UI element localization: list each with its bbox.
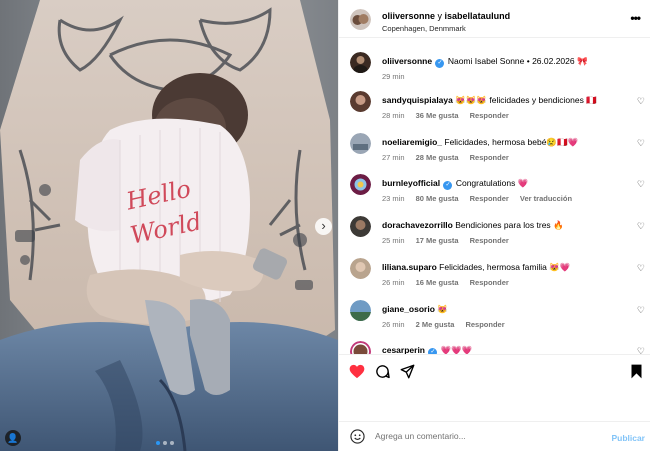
verified-badge-icon: ✓ [435, 59, 445, 68]
caption-text: Naomi Isabel Sonne • 26.02.2026 🎀 [447, 56, 588, 66]
comment-avatar[interactable] [350, 133, 371, 154]
reply-button[interactable]: Responder [470, 153, 509, 162]
comments-list[interactable]: oliiversonne ✓ Naomi Isabel Sonne • 26.0… [339, 39, 650, 354]
comment-line: cesarperin ✓ 💗💗💗 [382, 345, 473, 354]
comment-text: Felicidades, hermosa bebé😢🇵🇪💗 [444, 137, 579, 147]
see-translation-button[interactable]: Ver traducción [520, 194, 572, 203]
comment-time: 26 min [382, 320, 405, 329]
comment-username[interactable]: burnleyofficial [382, 178, 440, 188]
comment-likes[interactable]: 36 Me gusta [416, 111, 459, 120]
caption-time: 29 min [382, 72, 405, 81]
reply-button[interactable]: Responder [470, 194, 509, 203]
comment-input[interactable] [375, 431, 595, 441]
comment-line: sandyquispialaya 😻😻😻 felicidades y bendi… [382, 95, 597, 106]
caption-line: oliiversonne ✓ Naomi Isabel Sonne • 26.0… [382, 56, 588, 68]
comment-time: 28 min [382, 111, 405, 120]
comment-text: 😻 [437, 304, 448, 314]
comment-text: 😻😻😻 felicidades y bendiciones 🇵🇪 [455, 95, 597, 105]
carousel-next-button[interactable]: › [315, 218, 332, 235]
comment-line: giane_osorio 😻 [382, 304, 448, 315]
comment-line: dorachavezorrillo Bendiciones para los t… [382, 220, 564, 231]
comment-text: Bendiciones para los tres 🔥 [455, 220, 564, 230]
comment-likes[interactable]: 80 Me gusta [416, 194, 459, 203]
comment-line: noeliaremigio_ Felicidades, hermosa bebé… [382, 137, 578, 148]
like-heart-icon[interactable] [349, 364, 365, 379]
author-username[interactable]: oliiversonne [382, 11, 435, 21]
comment-avatar[interactable] [350, 91, 371, 112]
share-send-icon[interactable] [400, 364, 415, 379]
coauthor-username[interactable]: isabellataulund [445, 11, 511, 21]
comment-likes[interactable]: 28 Me gusta [416, 153, 459, 162]
like-comment-heart-icon[interactable]: ♡ [637, 138, 645, 149]
comment-likes[interactable]: 2 Me gusta [416, 320, 455, 329]
add-comment-bar: Publicar [339, 421, 650, 451]
carousel-indicator [156, 441, 174, 445]
comment-time: 23 min [382, 194, 405, 203]
comment-username[interactable]: noeliaremigio_ [382, 137, 442, 147]
comment-time: 26 min [382, 278, 405, 287]
post-comment-button[interactable]: Publicar [611, 433, 645, 443]
comment-meta: 26 min 16 Me gusta Responder [382, 278, 518, 287]
author-connector: y [437, 11, 443, 21]
carousel-dot [163, 441, 167, 445]
comment-line: burnleyofficial ✓ Congratulations 💗 [382, 178, 528, 190]
reply-button[interactable]: Responder [470, 236, 509, 245]
post-authors: oliiversonne y isabellataulund [382, 11, 510, 21]
carousel-dot [170, 441, 174, 445]
emoji-icon[interactable] [350, 429, 365, 444]
comment-avatar[interactable] [350, 341, 371, 354]
carousel-dot [156, 441, 160, 445]
comment-likes[interactable]: 17 Me gusta [416, 236, 459, 245]
comment-avatar[interactable] [350, 216, 371, 237]
more-options-icon[interactable]: ••• [630, 11, 641, 25]
reply-button[interactable]: Responder [465, 320, 504, 329]
comment-avatar[interactable] [350, 174, 371, 195]
author-avatar[interactable] [350, 9, 371, 30]
comment-meta: 25 min 17 Me gusta Responder [382, 236, 518, 245]
post-location[interactable]: Copenhagen, Denmmark [382, 24, 466, 33]
user-tag-icon[interactable]: 👤 [5, 430, 21, 446]
like-comment-heart-icon[interactable]: ♡ [637, 305, 645, 316]
comment-meta: 28 min 36 Me gusta Responder [382, 111, 518, 120]
like-comment-heart-icon[interactable]: ♡ [637, 263, 645, 274]
comment-text: Felicidades, hermosa familia 😻💗 [439, 262, 571, 272]
photo-illustration: Hello World [0, 0, 338, 451]
comment-username[interactable]: liliana.suparo [382, 262, 437, 272]
like-comment-heart-icon[interactable]: ♡ [637, 346, 645, 354]
caption-meta: 29 min [382, 72, 414, 81]
comment-time: 27 min [382, 153, 405, 162]
like-comment-heart-icon[interactable]: ♡ [637, 96, 645, 107]
reply-button[interactable]: Responder [470, 111, 509, 120]
post-header: oliiversonne y isabellataulund Copenhage… [339, 0, 650, 38]
comment-username[interactable]: dorachavezorrillo [382, 220, 453, 230]
comment-meta: 26 min 2 Me gusta Responder [382, 320, 514, 329]
comment-meta: 23 min 80 Me gusta Responder Ver traducc… [382, 194, 581, 203]
comment-username[interactable]: giane_osorio [382, 304, 435, 314]
comment-avatar[interactable] [350, 258, 371, 279]
verified-badge-icon: ✓ [443, 181, 453, 190]
comment-likes[interactable]: 16 Me gusta [416, 278, 459, 287]
comment-bubble-icon[interactable] [375, 364, 390, 379]
like-comment-heart-icon[interactable]: ♡ [637, 221, 645, 232]
comment-avatar[interactable] [350, 300, 371, 321]
comment-username[interactable]: sandyquispialaya [382, 95, 453, 105]
comment-line: liliana.suparo Felicidades, hermosa fami… [382, 262, 570, 273]
comment-time: 25 min [382, 236, 405, 245]
comment-meta: 27 min 28 Me gusta Responder [382, 153, 518, 162]
post-photo: Hello World › 👤 [0, 0, 338, 451]
like-comment-heart-icon[interactable]: ♡ [637, 179, 645, 190]
comment-text: 💗💗💗 [440, 345, 473, 354]
caption-avatar[interactable] [350, 52, 371, 73]
post-actions [339, 354, 650, 390]
comment-username[interactable]: cesarperin [382, 345, 425, 354]
save-bookmark-icon[interactable] [630, 364, 643, 379]
reply-button[interactable]: Responder [470, 278, 509, 287]
comment-text: Congratulations 💗 [455, 178, 529, 188]
caption-username[interactable]: oliiversonne [382, 56, 432, 66]
post-panel: oliiversonne y isabellataulund Copenhage… [338, 0, 650, 451]
